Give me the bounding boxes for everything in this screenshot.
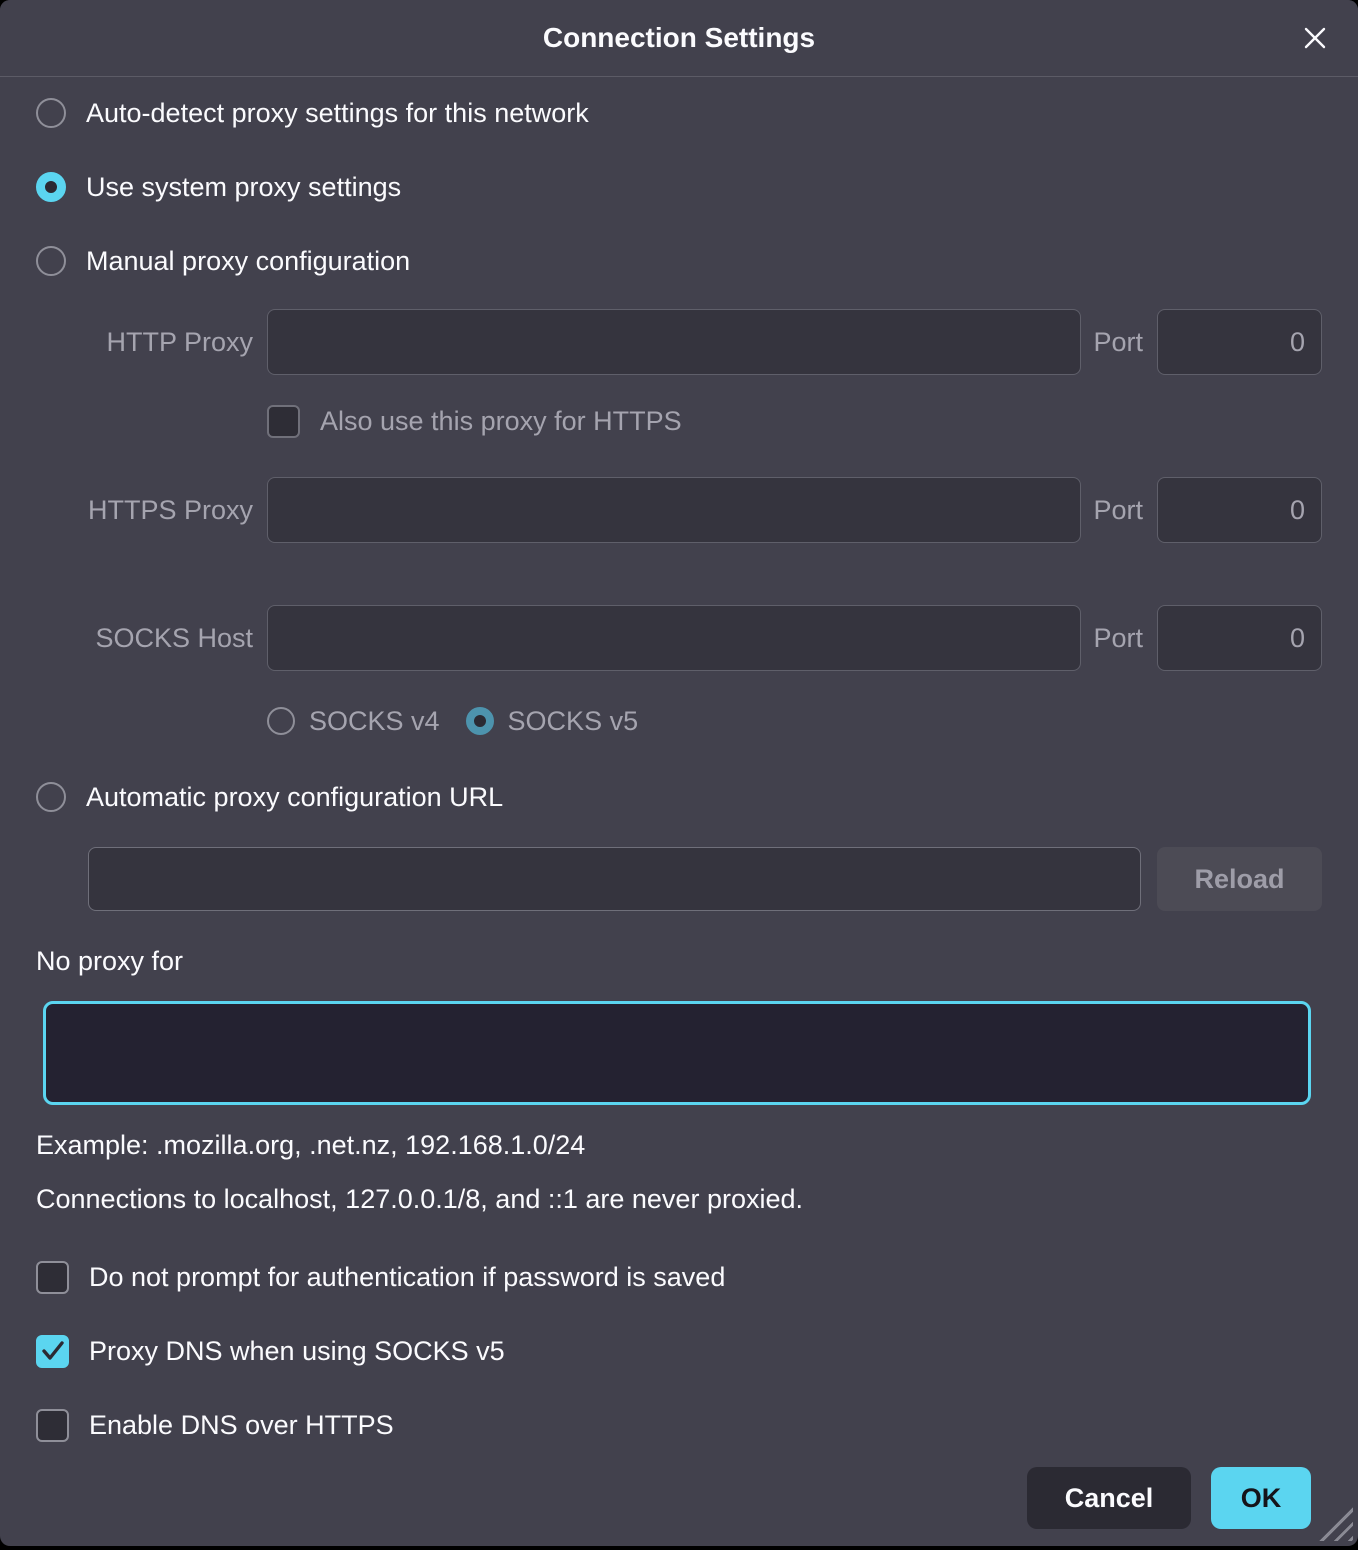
connection-settings-dialog: Connection Settings Auto-detect proxy se… — [0, 0, 1358, 1546]
radio-autoconfig-label: Automatic proxy configuration URL — [86, 782, 503, 813]
no-proxy-textarea[interactable] — [43, 1001, 1311, 1105]
close-button[interactable] — [1300, 0, 1330, 76]
radio-autoconfig[interactable] — [36, 782, 66, 812]
dns-over-https-checkbox[interactable] — [36, 1409, 69, 1442]
dialog-body: Auto-detect proxy settings for this netw… — [0, 77, 1358, 1529]
radio-manual-proxy[interactable] — [36, 246, 66, 276]
https-port-input[interactable] — [1157, 477, 1322, 543]
http-port-input[interactable] — [1157, 309, 1322, 375]
dialog-title: Connection Settings — [543, 22, 815, 54]
radio-system-proxy-label: Use system proxy settings — [86, 172, 401, 203]
socks-host-input[interactable] — [267, 605, 1081, 671]
option-row-no-prompt-auth[interactable]: Do not prompt for authentication if pass… — [36, 1257, 1322, 1297]
socks-port-label: Port — [1081, 623, 1157, 654]
https-port-label: Port — [1081, 495, 1157, 526]
also-https-label: Also use this proxy for HTTPS — [320, 406, 682, 437]
cancel-button[interactable]: Cancel — [1027, 1467, 1191, 1529]
dialog-footer: Cancel OK — [36, 1467, 1322, 1529]
option-row-dns-over-https[interactable]: Enable DNS over HTTPS — [36, 1405, 1322, 1445]
checkmark-icon — [40, 1338, 66, 1364]
reload-button[interactable]: Reload — [1157, 847, 1322, 911]
radio-socks-v4[interactable] — [267, 707, 295, 735]
no-prompt-auth-label: Do not prompt for authentication if pass… — [89, 1262, 725, 1293]
socks-v4-option[interactable]: SOCKS v4 — [267, 706, 440, 737]
also-https-checkbox[interactable] — [267, 405, 300, 438]
no-prompt-auth-checkbox[interactable] — [36, 1261, 69, 1294]
option-row-proxy-dns[interactable]: Proxy DNS when using SOCKS v5 — [36, 1331, 1322, 1371]
http-proxy-row: HTTP Proxy Port — [36, 309, 1322, 375]
close-icon — [1300, 23, 1330, 53]
https-proxy-row: HTTPS Proxy Port — [36, 477, 1322, 543]
also-https-row[interactable]: Also use this proxy for HTTPS — [267, 401, 1322, 441]
https-proxy-input[interactable] — [267, 477, 1081, 543]
radio-row-system-proxy[interactable]: Use system proxy settings — [36, 165, 1322, 209]
radio-row-auto-detect[interactable]: Auto-detect proxy settings for this netw… — [36, 91, 1322, 135]
http-proxy-label: HTTP Proxy — [36, 327, 267, 358]
proxy-dns-label: Proxy DNS when using SOCKS v5 — [89, 1336, 505, 1367]
dns-over-https-label: Enable DNS over HTTPS — [89, 1410, 394, 1441]
no-proxy-example: Example: .mozilla.org, .net.nz, 192.168.… — [36, 1129, 1322, 1161]
radio-auto-detect-label: Auto-detect proxy settings for this netw… — [86, 98, 589, 129]
radio-system-proxy[interactable] — [36, 172, 66, 202]
socks-v4-label: SOCKS v4 — [309, 706, 440, 737]
http-port-label: Port — [1081, 327, 1157, 358]
ok-button[interactable]: OK — [1211, 1467, 1311, 1529]
radio-row-manual-proxy[interactable]: Manual proxy configuration — [36, 239, 1322, 283]
radio-auto-detect[interactable] — [36, 98, 66, 128]
proxy-dns-checkbox[interactable] — [36, 1335, 69, 1368]
https-proxy-label: HTTPS Proxy — [36, 495, 267, 526]
http-proxy-input[interactable] — [267, 309, 1081, 375]
no-proxy-label: No proxy for — [36, 945, 1322, 977]
socks-version-row: SOCKS v4 SOCKS v5 — [267, 699, 1322, 743]
no-proxy-note: Connections to localhost, 127.0.0.1/8, a… — [36, 1183, 1322, 1215]
socks-port-input[interactable] — [1157, 605, 1322, 671]
radio-manual-proxy-label: Manual proxy configuration — [86, 246, 410, 277]
socks-v5-label: SOCKS v5 — [508, 706, 639, 737]
socks-host-label: SOCKS Host — [36, 623, 267, 654]
radio-socks-v5[interactable] — [466, 707, 494, 735]
socks-v5-option[interactable]: SOCKS v5 — [466, 706, 639, 737]
autoconfig-url-row: Reload — [88, 847, 1322, 911]
socks-host-row: SOCKS Host Port — [36, 605, 1322, 671]
radio-row-autoconfig[interactable]: Automatic proxy configuration URL — [36, 775, 1322, 819]
dialog-header: Connection Settings — [0, 0, 1358, 77]
autoconfig-url-input[interactable] — [88, 847, 1141, 911]
